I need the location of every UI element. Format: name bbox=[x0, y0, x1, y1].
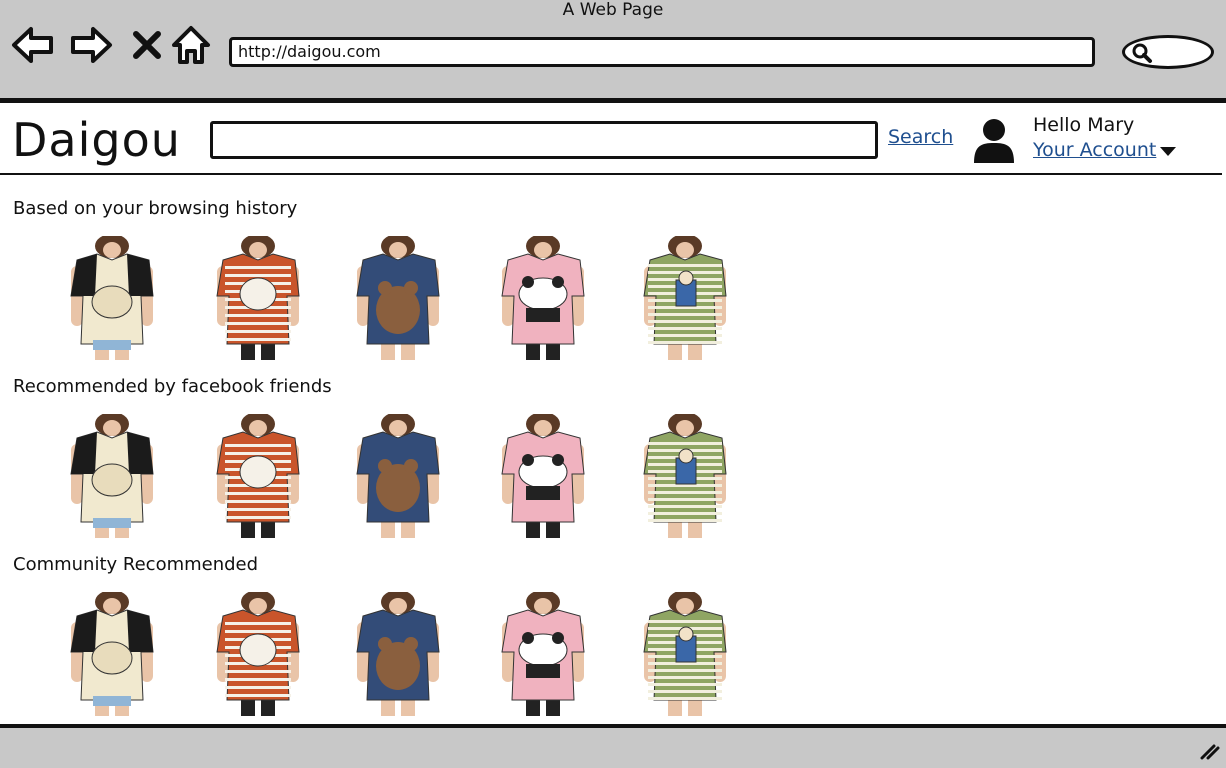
browser-chrome: A Web Page http://daigou.com bbox=[0, 0, 1226, 100]
product-row-community bbox=[0, 592, 760, 716]
back-arrow-icon[interactable] bbox=[10, 22, 56, 68]
section-title-community: Community Recommended bbox=[13, 554, 259, 575]
product-image-black-cream-cat-tshirt[interactable] bbox=[57, 414, 167, 538]
user-avatar-icon[interactable] bbox=[972, 117, 1016, 167]
product-image-green-striped-pocket-sweater[interactable] bbox=[630, 414, 740, 538]
product-image-navy-bear-tunic[interactable] bbox=[343, 592, 453, 716]
product-image-black-cream-cat-tshirt[interactable] bbox=[57, 592, 167, 716]
search-icon bbox=[1132, 43, 1152, 63]
dropdown-caret-icon[interactable] bbox=[1160, 147, 1176, 156]
product-image-pink-panda-hoodie[interactable] bbox=[488, 592, 598, 716]
product-image-pink-panda-hoodie[interactable] bbox=[488, 414, 598, 538]
search-link[interactable]: Search bbox=[888, 126, 953, 148]
site-search-input[interactable] bbox=[210, 121, 878, 159]
product-image-orange-striped-cat-tunic[interactable] bbox=[203, 592, 313, 716]
product-image-black-cream-cat-tshirt[interactable] bbox=[57, 236, 167, 360]
greeting-text: Hello Mary bbox=[1033, 114, 1135, 136]
section-title-browsing-history: Based on your browsing history bbox=[13, 198, 298, 219]
site-logo[interactable]: Daigou bbox=[12, 112, 181, 168]
product-image-orange-striped-cat-tunic[interactable] bbox=[203, 236, 313, 360]
browser-search-field[interactable] bbox=[1122, 35, 1214, 69]
product-image-navy-bear-tunic[interactable] bbox=[343, 236, 453, 360]
status-bar bbox=[0, 724, 1226, 768]
product-image-pink-panda-hoodie[interactable] bbox=[488, 236, 598, 360]
product-row-browsing-history bbox=[0, 236, 760, 360]
product-image-green-striped-pocket-sweater[interactable] bbox=[630, 592, 740, 716]
section-title-facebook-friends: Recommended by facebook friends bbox=[13, 376, 332, 397]
product-image-navy-bear-tunic[interactable] bbox=[343, 414, 453, 538]
chrome-divider bbox=[0, 98, 1226, 103]
forward-arrow-icon[interactable] bbox=[68, 22, 114, 68]
home-icon[interactable] bbox=[168, 22, 214, 68]
url-input[interactable]: http://daigou.com bbox=[229, 37, 1095, 67]
product-image-orange-striped-cat-tunic[interactable] bbox=[203, 414, 313, 538]
your-account-link[interactable]: Your Account bbox=[1033, 139, 1156, 161]
product-image-green-striped-pocket-sweater[interactable] bbox=[630, 236, 740, 360]
header-divider bbox=[0, 173, 1222, 175]
window-title: A Web Page bbox=[562, 0, 664, 20]
resize-grip-icon[interactable] bbox=[1198, 742, 1220, 760]
product-row-facebook-friends bbox=[0, 414, 760, 538]
close-x-icon[interactable] bbox=[124, 22, 170, 68]
